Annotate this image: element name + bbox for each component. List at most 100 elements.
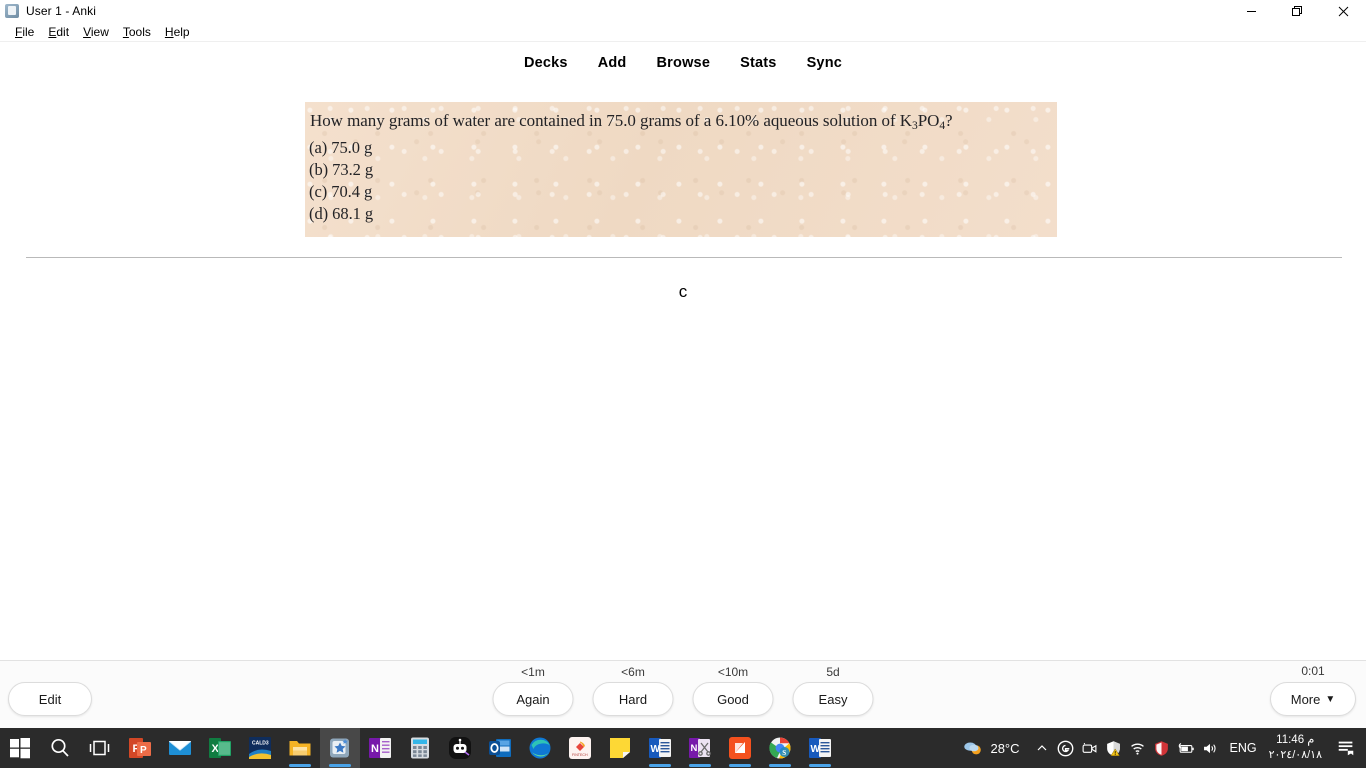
weather-temperature: 28°C xyxy=(990,740,1020,756)
cald3-taskbar-item[interactable]: CALD3 xyxy=(240,728,280,768)
mail-taskbar-item[interactable] xyxy=(160,728,200,768)
ease-again: <1m Again xyxy=(492,664,574,716)
folder-icon xyxy=(289,741,311,756)
interval-good: <10m xyxy=(717,665,749,679)
good-button[interactable]: Good xyxy=(692,682,774,716)
menu-item-tools[interactable]: Tools xyxy=(116,23,158,41)
menu-item-help[interactable]: Help xyxy=(158,23,197,41)
notification-center-button[interactable] xyxy=(1332,738,1366,758)
word-document-taskbar-item[interactable]: W xyxy=(640,728,680,768)
powerpoint-taskbar-item[interactable]: P P xyxy=(120,728,160,768)
robot-icon xyxy=(449,737,471,759)
title-bar: User 1 - Anki xyxy=(0,0,1366,22)
question-image: How many grams of water are contained in… xyxy=(305,102,1057,237)
anki-icon xyxy=(5,4,19,18)
choice-list: (a) 75.0 g (b) 73.2 g (c) 70.4 g (d) 68.… xyxy=(309,137,1057,225)
edge-icon xyxy=(529,737,551,759)
chevron-down-icon: ▼ xyxy=(1325,693,1336,705)
review-bottom-bar: Edit <1m Again <6m Hard <10m Good 5d Eas… xyxy=(0,660,1366,728)
outlook-icon xyxy=(489,739,511,757)
window-title: User 1 - Anki xyxy=(26,4,96,18)
menu-bar: File Edit View Tools Help xyxy=(0,22,1366,42)
answer-text: c xyxy=(678,282,688,301)
sticky-notes-taskbar-item[interactable] xyxy=(600,728,640,768)
choice-d: (d) 68.1 g xyxy=(309,204,374,223)
choice-c: (c) 70.4 g xyxy=(309,182,373,201)
word-taskbar-item[interactable]: W xyxy=(800,728,840,768)
fintech-taskbar-item[interactable]: FINTECH xyxy=(560,728,600,768)
tray-overflow-button[interactable] xyxy=(1030,728,1054,768)
grammarly-tray-icon[interactable] xyxy=(1054,728,1078,768)
ease-easy: 5d Easy xyxy=(792,664,874,716)
notification-icon xyxy=(1338,741,1354,756)
camera-tray-icon[interactable] xyxy=(1078,728,1102,768)
restore-button[interactable] xyxy=(1274,0,1320,22)
question-mark: ? xyxy=(945,111,953,130)
easy-button[interactable]: Easy xyxy=(792,682,874,716)
defender-warning-tray-icon[interactable] xyxy=(1102,728,1126,768)
security-shield-tray-icon[interactable] xyxy=(1150,728,1174,768)
menu-item-view[interactable]: View xyxy=(76,23,116,41)
wifi-tray-icon[interactable] xyxy=(1126,728,1150,768)
weather-widget[interactable]: 28°C xyxy=(958,737,1029,759)
menu-item-file[interactable]: File xyxy=(8,23,41,41)
orange-app-taskbar-item[interactable] xyxy=(720,728,760,768)
system-tray: 28°C ENG 11:46 م ٢٠٢٤/٠٨/١٨ xyxy=(958,728,1366,768)
search-button[interactable] xyxy=(40,728,80,768)
onenote-taskbar-item[interactable]: N xyxy=(360,728,400,768)
formula-subscript-4: 4 xyxy=(939,120,946,132)
battery-icon xyxy=(1178,742,1194,753)
word-icon: W xyxy=(649,738,671,758)
formula-subscript-3: 3 xyxy=(911,120,918,132)
file-explorer-taskbar-item[interactable] xyxy=(280,728,320,768)
nav-add[interactable]: Add xyxy=(586,52,639,74)
choice-a: (a) 75.0 g xyxy=(309,138,373,157)
interval-easy: 5d xyxy=(826,665,840,679)
chrome-taskbar-item[interactable]: S xyxy=(760,728,800,768)
svg-text:N: N xyxy=(371,743,379,755)
nav-browse[interactable]: Browse xyxy=(645,52,723,74)
chatbot-taskbar-item[interactable] xyxy=(440,728,480,768)
nav-pill: Decks Add Browse Stats Sync xyxy=(497,47,869,79)
powerpoint-icon: P P xyxy=(129,738,151,758)
again-button[interactable]: Again xyxy=(492,682,574,716)
hard-button[interactable]: Hard xyxy=(592,682,674,716)
anki-taskbar-item[interactable] xyxy=(320,728,360,768)
cald3-icon: CALD3 xyxy=(249,737,271,759)
edge-taskbar-item[interactable] xyxy=(520,728,560,768)
interval-again: <1m xyxy=(521,665,545,679)
ease-hard: <6m Hard xyxy=(592,664,674,716)
interval-hard: <6m xyxy=(621,665,645,679)
nav-stats[interactable]: Stats xyxy=(728,52,788,74)
nav-sync[interactable]: Sync xyxy=(795,52,854,74)
calculator-taskbar-item[interactable] xyxy=(400,728,440,768)
clock[interactable]: 11:46 م ٢٠٢٤/٠٨/١٨ xyxy=(1265,734,1332,762)
shield-warning-icon xyxy=(1107,740,1120,756)
chevron-up-icon xyxy=(1037,745,1046,751)
excel-icon: X xyxy=(209,738,231,758)
more-label: More xyxy=(1290,691,1321,707)
onenote-scissors-icon: N xyxy=(689,738,711,758)
start-button[interactable] xyxy=(0,728,40,768)
svg-text:P: P xyxy=(140,745,147,756)
edit-button[interactable]: Edit xyxy=(8,682,92,716)
outlook-taskbar-item[interactable] xyxy=(480,728,520,768)
svg-text:CALD3: CALD3 xyxy=(252,741,269,747)
nav-decks[interactable]: Decks xyxy=(512,52,580,74)
volume-tray-icon[interactable] xyxy=(1198,728,1222,768)
minimize-button[interactable] xyxy=(1228,0,1274,22)
chrome-icon: S xyxy=(769,737,791,759)
svg-text:FINTECH: FINTECH xyxy=(572,753,588,757)
excel-taskbar-item[interactable]: X xyxy=(200,728,240,768)
task-view-button[interactable] xyxy=(80,728,120,768)
ease-good: <10m Good xyxy=(692,664,774,716)
more-button[interactable]: More ▼ xyxy=(1270,682,1356,716)
sticky-note-icon xyxy=(610,738,630,758)
orange-tile-icon xyxy=(729,737,751,759)
language-indicator[interactable]: ENG xyxy=(1222,741,1265,755)
close-button[interactable] xyxy=(1320,0,1366,22)
battery-tray-icon[interactable] xyxy=(1174,728,1198,768)
menu-item-edit[interactable]: Edit xyxy=(41,23,76,41)
window-controls xyxy=(1228,0,1366,22)
onenote-clipper-taskbar-item[interactable]: N xyxy=(680,728,720,768)
